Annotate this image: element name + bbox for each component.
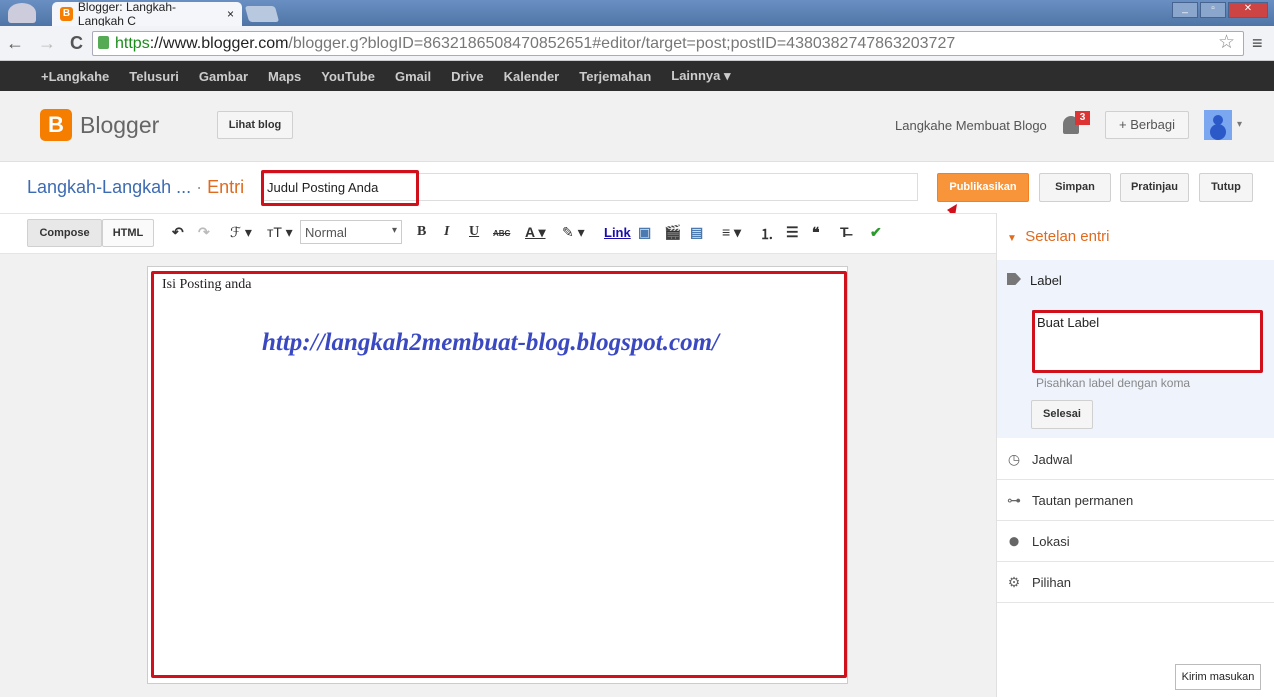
insert-video-icon[interactable]: 🎬 — [664, 224, 681, 241]
url-scheme: https — [115, 35, 150, 52]
label-input[interactable]: Buat Label — [1032, 310, 1262, 372]
url-path: /blogger.g?blogID=8632186508470852651#ed… — [288, 35, 956, 52]
gbar-link[interactable]: Drive — [451, 69, 484, 84]
bold-button[interactable]: B — [417, 224, 426, 240]
gbar-link[interactable]: Telusuri — [129, 69, 179, 84]
location-icon: ⬤ — [1008, 535, 1020, 546]
watermark-url: http://langkah2membuat-blog.blogspot.com… — [262, 329, 719, 356]
done-button[interactable]: Selesai — [1031, 400, 1093, 429]
browser-tab[interactable]: B Blogger: Langkah-Langkah C × — [52, 0, 242, 28]
text-color-button[interactable]: A ▾ — [525, 224, 546, 241]
link-button[interactable]: Link — [604, 225, 631, 240]
publish-button[interactable]: Publikasikan — [937, 173, 1029, 202]
gbar-link[interactable]: Kalender — [504, 69, 560, 84]
quote-icon[interactable]: ❝ — [812, 224, 820, 241]
clock-icon: ◷ — [1007, 450, 1021, 467]
url-host: ://www.blogger.com — [149, 35, 289, 52]
label-hint: Pisahkan label dengan koma — [1036, 376, 1191, 390]
gear-icon: ⚙ — [1007, 573, 1021, 590]
breadcrumb-section: Entri — [207, 177, 245, 197]
redo-icon[interactable]: ↷ — [198, 224, 210, 241]
highlight-button[interactable]: ✎ ▾ — [562, 224, 585, 241]
share-button[interactable]: + Berbagi — [1105, 111, 1189, 139]
font-size-button[interactable]: тT ▾ — [267, 224, 293, 241]
sidebar-item-label: Jadwal — [1032, 451, 1073, 467]
post-settings-heading[interactable]: ▼ Setelan entri — [1007, 228, 1109, 245]
avatar[interactable] — [1204, 110, 1232, 140]
back-icon[interactable]: ← — [6, 33, 24, 54]
sidebar-item-label: Tautan permanen — [1032, 492, 1134, 508]
chevron-down-icon: ▾ — [391, 225, 397, 236]
gbar-link[interactable]: Maps — [268, 69, 301, 84]
close-button[interactable]: Tutup — [1199, 173, 1253, 202]
caret-down-icon: ▼ — [1007, 233, 1017, 244]
strikethrough-button[interactable]: ABC — [493, 229, 510, 238]
gbar-link[interactable]: Gmail — [395, 69, 431, 84]
align-button[interactable]: ≡ ▾ — [722, 224, 741, 241]
post-body-text[interactable]: Isi Posting anda — [162, 277, 251, 293]
maximize-button[interactable]: ▫ — [1200, 2, 1226, 18]
bookmark-star-icon[interactable]: ☆ — [1218, 31, 1235, 54]
incognito-icon — [8, 3, 36, 23]
font-family-button[interactable]: ℱ ▾ — [230, 224, 252, 241]
label-heading: Label — [1030, 273, 1062, 288]
blog-name[interactable]: Langkahe Membuat Blogo — [895, 118, 1047, 133]
window-controls: _ ▫ ✕ — [1172, 2, 1268, 18]
tab-close-icon[interactable]: × — [227, 7, 234, 21]
notification-count: 3 — [1075, 111, 1090, 125]
breadcrumb-separator: · — [191, 177, 208, 197]
gbar-more[interactable]: Lainnya ▾ — [671, 68, 730, 84]
html-mode-tab[interactable]: HTML — [102, 219, 154, 247]
preview-button[interactable]: Pratinjau — [1120, 173, 1189, 202]
sidebar-item-options[interactable]: ⚙ Pilihan — [997, 562, 1274, 603]
bullet-list-icon[interactable]: ☰ — [786, 224, 799, 241]
google-bar: +Langkahe Telusuri Gambar Maps YouTube G… — [0, 61, 1274, 91]
link-icon: ⊶ — [1007, 491, 1021, 508]
gbar-link[interactable]: Terjemahan — [579, 69, 651, 84]
underline-button[interactable]: U — [469, 224, 479, 240]
blogger-logo-icon[interactable]: B — [40, 109, 72, 141]
breadcrumb-blog[interactable]: Langkah-Langkah ... — [27, 177, 191, 197]
post-title-input[interactable]: Judul Posting Anda — [262, 173, 918, 201]
format-select[interactable]: Normal ▾ — [300, 220, 402, 244]
sidebar-item-location[interactable]: ⬤ Lokasi — [997, 521, 1274, 562]
tab-title: Blogger: Langkah-Langkah C — [77, 0, 176, 28]
nav-buttons: ← → C — [6, 33, 83, 54]
save-button[interactable]: Simpan — [1039, 173, 1111, 202]
sidebar-item-permalink[interactable]: ⊶ Tautan permanen — [997, 480, 1274, 521]
address-bar[interactable]: https://www.blogger.com/blogger.g?blogID… — [92, 31, 1244, 56]
post-settings-title: Setelan entri — [1025, 228, 1110, 245]
view-blog-button[interactable]: Lihat blog — [217, 111, 293, 139]
breadcrumb: Langkah-Langkah ... · Entri — [27, 177, 244, 198]
jump-break-icon[interactable]: ▤ — [690, 224, 703, 241]
window-close-button[interactable]: ✕ — [1228, 2, 1268, 18]
account-caret-icon[interactable]: ▾ — [1237, 119, 1242, 130]
numbered-list-icon[interactable]: ⒈ — [760, 224, 774, 244]
forward-icon[interactable]: → — [38, 33, 56, 54]
blogger-logo-text[interactable]: Blogger — [80, 112, 159, 139]
format-value: Normal — [305, 225, 347, 240]
browser-menu-icon[interactable]: ≡ — [1252, 33, 1263, 54]
minimize-button[interactable]: _ — [1172, 2, 1198, 18]
gbar-link[interactable]: Gambar — [199, 69, 248, 84]
send-feedback-button[interactable]: Kirim masukan — [1175, 664, 1261, 690]
spellcheck-icon[interactable]: ✔ — [870, 224, 882, 241]
sidebar-item-label: Lokasi — [1032, 533, 1070, 549]
undo-icon[interactable]: ↶ — [172, 224, 184, 241]
italic-button[interactable]: I — [444, 224, 449, 240]
gbar-link[interactable]: +Langkahe — [41, 69, 109, 84]
clear-formatting-icon[interactable]: T̶ — [840, 224, 849, 240]
sidebar-item-label: Pilihan — [1032, 574, 1072, 590]
insert-image-icon[interactable]: ▣ — [638, 224, 651, 241]
blogger-favicon: B — [60, 7, 73, 21]
blogger-header — [0, 91, 1274, 162]
gbar-link[interactable]: YouTube — [321, 69, 375, 84]
sidebar-item-schedule[interactable]: ◷ Jadwal — [997, 439, 1274, 480]
reload-icon[interactable]: C — [70, 33, 83, 54]
new-tab-button[interactable] — [244, 6, 280, 22]
lock-icon — [98, 36, 109, 49]
compose-mode-tab[interactable]: Compose — [27, 219, 102, 247]
